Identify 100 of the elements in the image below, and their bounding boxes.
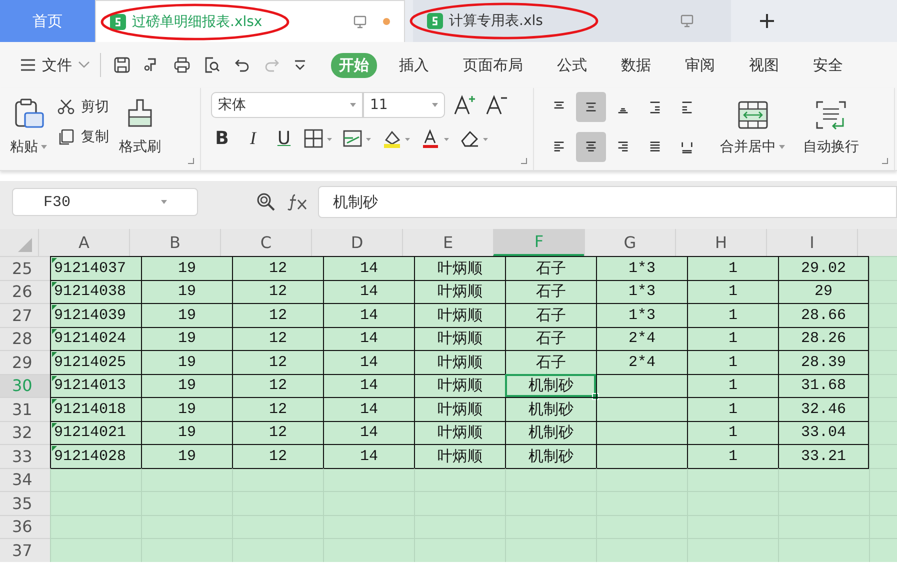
table-cell: 14 — [323, 280, 414, 303]
table-cell: 91214028 — [50, 444, 141, 468]
table-cell: 1 — [687, 280, 778, 303]
document-tab[interactable]: 过磅单明细报表.xlsx — [95, 0, 405, 42]
table-cell: 14 — [323, 374, 414, 397]
table-cell: 1 — [687, 350, 778, 374]
table-cell: 14 — [323, 397, 414, 420]
table-cell: 2*4 — [596, 350, 687, 374]
table-cell: 12 — [232, 374, 323, 397]
conditional-format-icon[interactable] — [343, 128, 373, 148]
table-cell — [869, 444, 897, 468]
ribbon-tab[interactable]: 插入 — [391, 52, 437, 78]
table-cell: 1 — [687, 420, 778, 444]
chevron-down-icon — [78, 61, 90, 69]
table-cell: 2*4 — [596, 326, 687, 350]
wrap-text-button[interactable]: 自动换行 — [803, 92, 859, 170]
table-cell: 机制砂 — [505, 374, 596, 397]
decrease-font-icon[interactable] — [485, 94, 509, 116]
column-header[interactable]: G — [584, 229, 675, 256]
row-header[interactable]: 27 — [0, 303, 50, 326]
row-header[interactable]: 35 — [0, 491, 50, 514]
table-cell: 1 — [687, 303, 778, 326]
tab-label: 计算专用表.xls — [449, 12, 543, 30]
scissors-icon — [57, 98, 75, 116]
bold-button[interactable]: B — [211, 128, 233, 149]
table-cell: 石子 — [505, 256, 596, 280]
table-cell: 19 — [141, 397, 232, 420]
more-dropdown-icon[interactable] — [293, 58, 307, 72]
table-cell: 28.66 — [778, 303, 869, 326]
table-cell: 14 — [323, 303, 414, 326]
name-box[interactable]: F30 — [12, 188, 198, 216]
table-cell: 叶炳顺 — [414, 280, 505, 303]
format-painter-button[interactable]: 格式刷 — [119, 92, 161, 170]
table-cell: 1*3 — [596, 303, 687, 326]
merge-center-button[interactable]: 合并居中 — [720, 92, 785, 170]
underline-button[interactable]: U — [273, 128, 295, 149]
ribbon-tab[interactable]: 页面布局 — [455, 52, 531, 78]
row-header[interactable]: 37 — [0, 538, 50, 562]
font-color-icon[interactable] — [421, 128, 451, 148]
row-header[interactable]: 33 — [0, 444, 50, 468]
zoom-icon[interactable] — [256, 192, 276, 212]
column-header[interactable]: E — [402, 229, 493, 256]
row-header[interactable]: 28 — [0, 326, 50, 350]
table-cell: 19 — [141, 256, 232, 280]
home-tab[interactable]: 首页 — [0, 0, 95, 42]
borders-icon[interactable] — [304, 128, 334, 148]
table-cell: 12 — [232, 397, 323, 420]
print-icon[interactable] — [173, 56, 191, 74]
row-header[interactable]: 36 — [0, 514, 50, 538]
table-cell: 14 — [323, 420, 414, 444]
row-header[interactable]: 34 — [0, 468, 50, 491]
column-header[interactable]: D — [311, 229, 402, 256]
add-tab-icon[interactable] — [759, 13, 775, 29]
table-cell: 1 — [687, 256, 778, 280]
table-cell: 机制砂 — [505, 397, 596, 420]
paste-button[interactable]: 粘贴 — [10, 92, 47, 170]
increase-font-icon[interactable] — [453, 94, 477, 116]
clipboard-icon — [12, 98, 44, 130]
table-cell — [869, 468, 897, 491]
function-icon[interactable] — [286, 193, 308, 211]
column-header[interactable]: C — [220, 229, 311, 256]
align-button[interactable] — [576, 132, 606, 162]
table-cell: 叶炳顺 — [414, 374, 505, 397]
table-cell: 29 — [778, 280, 869, 303]
table-cell: 91214039 — [50, 303, 141, 326]
fill-color-icon[interactable] — [382, 128, 412, 148]
ribbon-tab[interactable]: 视图 — [741, 52, 787, 78]
table-cell: 91214018 — [50, 397, 141, 420]
ribbon-tab[interactable]: 数据 — [613, 52, 659, 78]
column-header[interactable]: A — [38, 229, 129, 256]
italic-button[interactable]: I — [242, 128, 264, 149]
row-header[interactable]: 32 — [0, 420, 50, 444]
cut-button[interactable]: 剪切 — [57, 98, 109, 116]
column-header[interactable]: B — [129, 229, 220, 256]
column-header[interactable]: H — [675, 229, 766, 256]
eraser-icon[interactable] — [460, 128, 490, 148]
table-cell — [869, 326, 897, 350]
row-header[interactable]: 25 — [0, 256, 50, 280]
table-cell: 91214038 — [50, 280, 141, 303]
file-menu-button[interactable]: 文件 — [20, 56, 90, 74]
row-header[interactable]: 31 — [0, 397, 50, 420]
table-cell: 91214021 — [50, 420, 141, 444]
print-preview-icon[interactable] — [203, 56, 221, 74]
table-cell: 28.39 — [778, 350, 869, 374]
ribbon-tab[interactable]: 安全 — [805, 52, 851, 78]
table-cell: 14 — [323, 350, 414, 374]
copy-button[interactable]: 复制 — [57, 128, 109, 146]
font-size-dropdown[interactable]: 11 — [363, 92, 445, 118]
table-cell — [869, 397, 897, 420]
save-icon[interactable] — [113, 56, 131, 74]
formula-input[interactable]: 机制砂 — [318, 186, 897, 218]
row-header[interactable]: 26 — [0, 280, 50, 303]
ribbon-tab[interactable]: 审阅 — [677, 52, 723, 78]
ribbon-tab[interactable]: 公式 — [549, 52, 595, 78]
table-cell: 叶炳顺 — [414, 256, 505, 280]
font-name-dropdown[interactable]: 宋体 — [211, 92, 363, 118]
monitor-icon — [680, 14, 694, 28]
row-header[interactable]: 29 — [0, 350, 50, 374]
column-header[interactable]: I — [766, 229, 857, 256]
table-cell: 1 — [687, 374, 778, 397]
